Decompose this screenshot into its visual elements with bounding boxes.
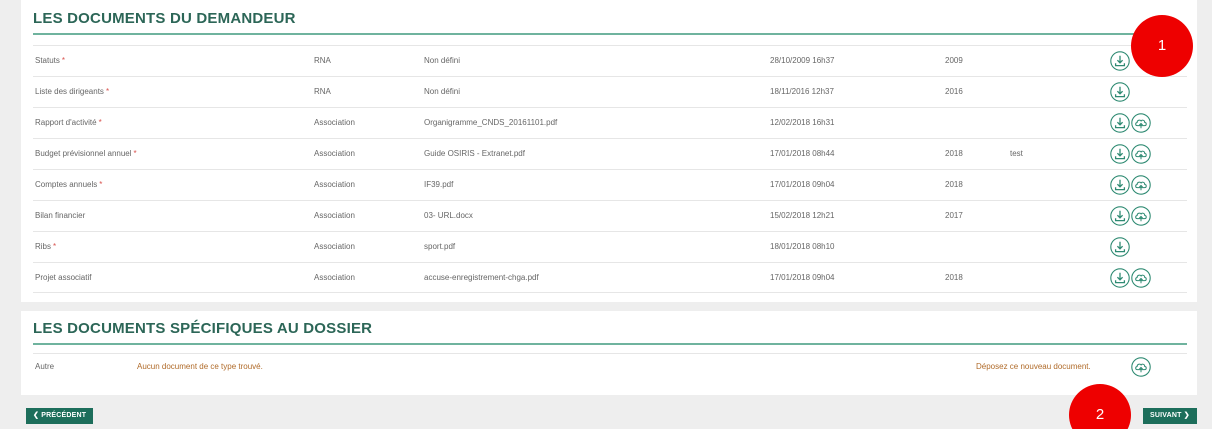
document-type-label: Liste des dirigeants (35, 87, 104, 96)
document-source: Association (314, 211, 355, 220)
empty-message: Aucun document de ce type trouvé. (137, 362, 263, 371)
document-type: Ribs * (35, 232, 56, 261)
table-row: Projet associatif Association accuse-enreg… (33, 262, 1187, 293)
document-source: Association (314, 118, 355, 127)
section-title-specifiques: LES DOCUMENTS SPÉCIFIQUES AU DOSSIER (33, 320, 373, 337)
section-divider (33, 33, 1187, 35)
document-type-label: Rapport d'activité (35, 118, 97, 127)
annotation-marker-1: 1 (1131, 15, 1193, 77)
table-row: Budget prévisionnel annuel * Association Gu… (33, 138, 1187, 169)
table-row: Ribs * Association sport.pdf 18/01/2018 08h1… (33, 231, 1187, 262)
document-year: 2017 (945, 211, 963, 220)
documents-demandeur-panel: LES DOCUMENTS DU DEMANDEUR Statuts * RNA No… (21, 0, 1197, 302)
document-type-label: Comptes annuels (35, 180, 98, 189)
document-filename: sport.pdf (424, 242, 456, 251)
download-icon[interactable] (1110, 175, 1130, 195)
row-actions (1110, 174, 1151, 196)
required-marker: * (105, 87, 110, 96)
document-type: Autre (35, 362, 55, 371)
table-row: Statuts * RNA Non défini 28/10/2009 16h37 200… (33, 45, 1187, 76)
document-type: Statuts * (35, 46, 65, 75)
documents-table: Statuts * RNA Non défini 28/10/2009 16h37 200… (33, 45, 1187, 293)
document-type: Projet associatif (35, 263, 93, 292)
download-icon[interactable] (1110, 206, 1130, 226)
document-type-label: Budget prévisionnel annuel (35, 149, 132, 158)
document-filename: accuse-enregistrement-chga.pdf (424, 273, 539, 282)
previous-button[interactable]: ❮ PRÉCÉDENT (26, 408, 94, 424)
document-type-label: Projet associatif (35, 273, 92, 282)
deposit-new-document-label: Déposez ce nouveau document. (976, 362, 1091, 371)
cloud-upload-icon[interactable] (1131, 113, 1151, 133)
document-year: 2016 (945, 87, 963, 96)
document-filename: IF39.pdf (424, 180, 454, 189)
document-type-label: Statuts (35, 56, 60, 65)
required-marker: * (53, 242, 57, 251)
document-date: 17/01/2018 09h04 (770, 273, 835, 282)
document-source: Association (314, 273, 355, 282)
cloud-upload-icon[interactable] (1131, 268, 1151, 288)
table-row: Bilan financier Association 03- URL.docx 15… (33, 200, 1187, 231)
document-source: Association (314, 242, 355, 251)
document-date: 18/01/2018 08h10 (770, 242, 835, 251)
required-marker: * (61, 56, 66, 65)
document-date: 17/01/2018 09h04 (770, 180, 835, 189)
document-filename: Non défini (424, 56, 461, 65)
row-actions (1110, 112, 1151, 134)
document-source: RNA (314, 87, 331, 96)
required-marker: * (133, 149, 137, 158)
document-date: 18/11/2016 12h37 (770, 87, 834, 96)
document-type: Liste des dirigeants * (35, 77, 109, 106)
table-row: Autre Aucun document de ce type trouvé. … (33, 353, 1187, 380)
section-title-demandeur: LES DOCUMENTS DU DEMANDEUR (33, 10, 296, 27)
document-filename: Guide OSIRIS - Extranet.pdf (424, 149, 525, 158)
specific-documents-table: Autre Aucun document de ce type trouvé. … (33, 353, 1187, 380)
documents-specifiques-panel: LES DOCUMENTS SPÉCIFIQUES AU DOSSIER Aut… (21, 311, 1197, 395)
table-row: Rapport d'activité * Association Organigram… (33, 107, 1187, 138)
cloud-upload-icon[interactable] (1131, 357, 1151, 377)
download-icon[interactable] (1110, 82, 1130, 102)
section-divider (33, 343, 1187, 345)
document-source: Association (314, 180, 355, 189)
required-marker: * (98, 118, 102, 127)
cloud-upload-icon[interactable] (1131, 175, 1151, 195)
row-actions (1110, 81, 1130, 103)
document-type-label: Bilan financier (35, 211, 86, 220)
document-year: 2018 (945, 149, 963, 158)
document-filename: Non défini (424, 87, 461, 96)
download-icon[interactable] (1110, 113, 1130, 133)
download-icon[interactable] (1110, 51, 1130, 71)
document-type: Comptes annuels * (35, 170, 102, 199)
row-actions (1110, 236, 1130, 258)
document-type: Budget prévisionnel annuel * (35, 139, 137, 168)
cloud-upload-icon[interactable] (1131, 144, 1151, 164)
table-row: Liste des dirigeants * RNA Non défini 18/11/… (33, 76, 1187, 107)
document-year: 2009 (945, 56, 963, 65)
document-filename: 03- URL.docx (424, 211, 473, 220)
row-actions (1110, 267, 1151, 289)
document-year: 2018 (945, 180, 963, 189)
document-type-label: Ribs (35, 242, 52, 251)
table-row: Comptes annuels * Association IF39.pdf 17/01… (33, 169, 1187, 200)
document-date: 15/02/2018 12h21 (770, 211, 835, 220)
document-comment: test (1010, 149, 1023, 158)
document-date: 12/02/2018 16h31 (770, 118, 835, 127)
document-filename: Organigramme_CNDS_20161101.pdf (424, 118, 558, 127)
document-date: 17/01/2018 08h44 (770, 149, 835, 158)
row-actions (1110, 50, 1130, 72)
document-type: Bilan financier (35, 201, 87, 230)
row-actions (1110, 143, 1151, 165)
row-actions (1110, 205, 1151, 227)
cloud-upload-icon[interactable] (1131, 206, 1151, 226)
document-source: RNA (314, 56, 331, 65)
document-source: Association (314, 149, 355, 158)
download-icon[interactable] (1110, 144, 1130, 164)
download-icon[interactable] (1110, 237, 1130, 257)
required-marker: * (99, 180, 103, 189)
download-icon[interactable] (1110, 268, 1130, 288)
document-type: Rapport d'activité * (35, 108, 102, 137)
document-date: 28/10/2009 16h37 (770, 56, 835, 65)
next-button[interactable]: SUIVANT ❯ (1143, 408, 1197, 424)
document-year: 2018 (945, 273, 963, 282)
